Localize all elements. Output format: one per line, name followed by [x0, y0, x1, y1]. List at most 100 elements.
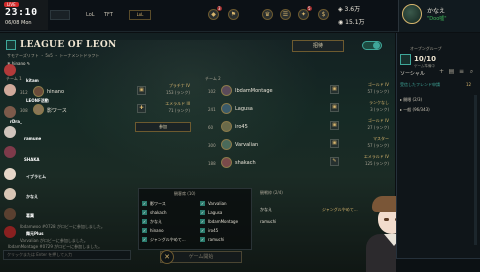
nav-tft[interactable]: TFT: [104, 12, 113, 18]
invite-button[interactable]: 招待: [292, 40, 344, 52]
player-rank: マスター: [373, 136, 389, 141]
check-icon[interactable]: ✓: [142, 201, 147, 206]
player-rank: プラチナ IV: [168, 83, 190, 88]
social-header: ソーシャル: [400, 71, 425, 77]
page-title: LEAGUE OF LEON: [20, 40, 117, 50]
player-name[interactable]: hinano: [47, 89, 64, 95]
mode-button[interactable]: LoL: [129, 10, 151, 20]
role-icon[interactable]: ▣: [137, 86, 146, 95]
role-icon[interactable]: ▣: [330, 121, 339, 130]
player-name[interactable]: shakach: [235, 160, 256, 166]
check-icon[interactable]: ✓: [142, 219, 147, 224]
chat-avatar: [4, 84, 16, 96]
friend-group[interactable]: ▸ 一般 (96/343): [400, 107, 430, 113]
add-friend-icon[interactable]: +: [438, 68, 445, 75]
nav-lol[interactable]: LoL: [86, 12, 95, 18]
friend-group[interactable]: ▸ 開眼 (2/3): [400, 97, 422, 103]
player-level: 308: [20, 108, 28, 113]
collection-icon[interactable]: ☰: [280, 9, 291, 20]
player-name[interactable]: IbdamMontage: [235, 88, 273, 94]
chat-name: kitam: [26, 78, 39, 83]
player-avatar: [221, 157, 232, 168]
player-name[interactable]: 影ワース: [47, 107, 67, 114]
role-icon[interactable]: ✚: [137, 104, 146, 113]
currency-rp: ◈ 3.6万: [338, 6, 361, 13]
check-icon[interactable]: ✓: [200, 210, 205, 215]
group-status: ゲーム準備中: [414, 64, 435, 68]
profile-status[interactable]: "Doo嘘": [427, 15, 447, 22]
spectator-item: ramuchi: [208, 237, 225, 242]
chat-avatar: [4, 126, 16, 138]
chat-name: LEONF活動: [26, 98, 49, 103]
folder-icon[interactable]: ▤: [448, 68, 455, 75]
player-lp: 3 (ランク): [370, 107, 389, 112]
spectator-item: shakach: [150, 210, 167, 215]
loot-count: 5: [307, 6, 312, 11]
social-footer: [396, 258, 480, 272]
list-icon[interactable]: ≡: [458, 68, 465, 75]
player-level: 102: [208, 89, 216, 94]
spectator-item: ジャングルやめて...: [150, 237, 186, 242]
group-count: 10/10: [414, 55, 437, 63]
chat-avatar: [4, 146, 16, 158]
group-icon: [400, 54, 411, 65]
check-icon[interactable]: ✓: [200, 237, 205, 242]
player-name[interactable]: iro45: [235, 124, 248, 130]
role-icon[interactable]: ▣: [330, 85, 339, 94]
player-rank: エメラルド IV: [363, 154, 389, 159]
player-avatar: [33, 86, 44, 97]
player-lp: 71 (ランク): [168, 108, 190, 113]
shop-icon[interactable]: $: [318, 9, 329, 20]
player-level: 188: [208, 161, 216, 166]
chat-name: イブラヒム: [26, 174, 46, 179]
chat-input[interactable]: クリックまたは Enter を押して入力: [3, 250, 131, 260]
chat-message: Ibdamwoo #0728 がロビーに参加しました。: [20, 224, 105, 229]
player-lp: 153 (ランク): [165, 90, 190, 95]
home-button[interactable]: [50, 10, 70, 20]
role-icon[interactable]: ✎: [330, 157, 339, 166]
check-icon[interactable]: ✓: [200, 228, 205, 233]
lobby-background: [60, 40, 320, 180]
chat-avatar: [4, 106, 16, 118]
player-lp: 57 (ランク): [367, 89, 389, 94]
role-icon[interactable]: ▣: [330, 103, 339, 112]
spectator-item: かなえ: [150, 219, 162, 224]
search-icon[interactable]: ⌕: [468, 68, 475, 75]
chat-avatar: [4, 188, 16, 200]
avatar[interactable]: [402, 4, 422, 24]
friend-requests-count: 12: [466, 82, 472, 87]
player-level: 241: [208, 107, 216, 112]
role-icon[interactable]: ▣: [330, 139, 339, 148]
friend-requests[interactable]: 受信したフレンド申請: [400, 82, 440, 88]
spectator-item: IbdamMontage: [208, 219, 239, 224]
spectator-item: Lagusa: [208, 210, 223, 215]
open-group-title: オープングループ: [410, 46, 442, 51]
player-level: 60: [208, 125, 214, 130]
team1-label: チーム 1: [6, 76, 22, 81]
player-lp: 27 (ランク): [367, 125, 389, 130]
crown-icon[interactable]: ♛: [262, 9, 273, 20]
chat-name: かなえ: [26, 194, 38, 199]
check-icon[interactable]: ✓: [200, 219, 205, 224]
player-name[interactable]: Lagusa: [235, 106, 253, 112]
spectator-item: iro45: [208, 228, 219, 233]
vtuber-eye: [384, 218, 389, 221]
player-level: 312: [20, 90, 28, 95]
clock-time: 23:10: [5, 7, 38, 18]
waiting-player-role: ジャングルやめて...: [322, 207, 358, 212]
check-icon[interactable]: ✓: [200, 201, 205, 206]
check-icon[interactable]: ✓: [142, 237, 147, 242]
spectator-item: Varvalian: [208, 201, 227, 206]
player-avatar: [221, 139, 232, 150]
scrollbar[interactable]: [474, 95, 477, 245]
chat-avatar: [4, 208, 16, 220]
store-icon[interactable]: ⚑: [228, 9, 239, 20]
check-icon[interactable]: ✓: [142, 228, 147, 233]
waiting-player: かなえ: [260, 207, 272, 212]
player-avatar: [221, 85, 232, 96]
clock-date: 06/08 Mon: [5, 20, 32, 26]
join-team-button[interactable]: 参加: [135, 122, 191, 132]
close-icon[interactable]: ✕: [160, 250, 174, 264]
check-icon[interactable]: ✓: [142, 210, 147, 215]
player-name[interactable]: Varvalian: [235, 142, 258, 148]
